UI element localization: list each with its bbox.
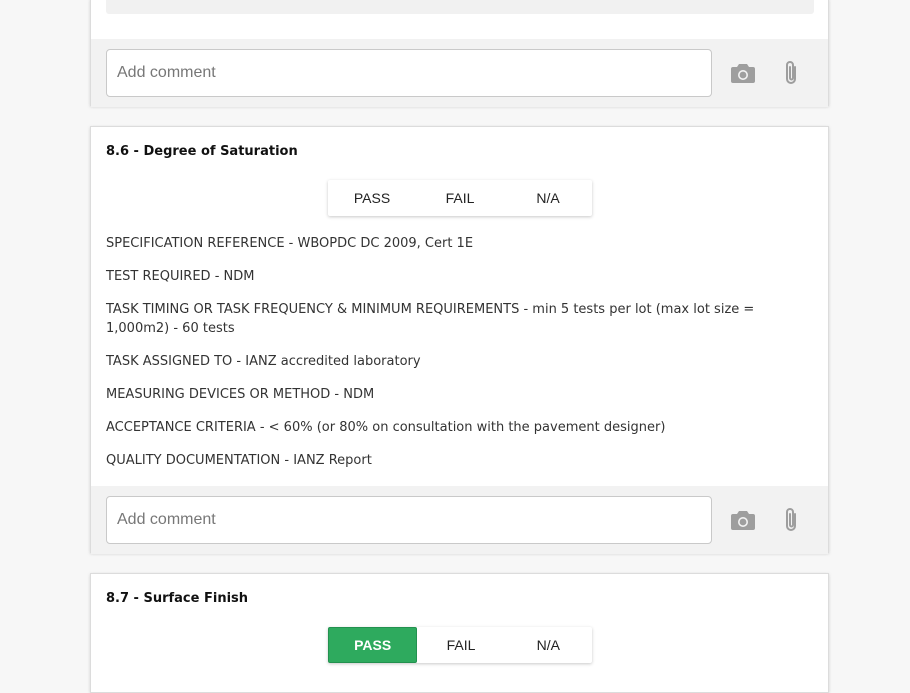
result-toggle: PASS FAIL N/A: [328, 180, 592, 216]
comment-input[interactable]: [106, 496, 712, 544]
test-required: TEST REQUIRED - NDM: [106, 269, 255, 284]
task-timing: TASK TIMING OR TASK FREQUENCY & MINIMUM …: [106, 302, 755, 336]
paperclip-icon[interactable]: [777, 59, 805, 87]
item-title: 8.6 - Degree of Saturation: [106, 144, 298, 159]
checklist-card-surface-finish: 8.7 - Surface Finish PASS FAIL N/A: [90, 573, 829, 693]
item-details: SPECIFICATION REFERENCE - WBOPDC DC 2009…: [106, 234, 814, 484]
measuring-method: MEASURING DEVICES OR METHOD - NDM: [106, 387, 375, 402]
comment-input[interactable]: [106, 49, 712, 97]
acceptance-criteria: ACCEPTANCE CRITERIA - < 60% (or 80% on c…: [106, 420, 666, 435]
comment-bar: [91, 39, 828, 107]
checklist-card-degree-of-saturation: 8.6 - Degree of Saturation PASS FAIL N/A…: [90, 126, 829, 554]
previous-content-area: [106, 0, 814, 14]
pass-button[interactable]: PASS: [328, 180, 416, 216]
na-button[interactable]: N/A: [504, 180, 592, 216]
fail-button[interactable]: FAIL: [417, 627, 504, 663]
result-toggle: PASS FAIL N/A: [328, 627, 592, 663]
item-title: 8.7 - Surface Finish: [106, 591, 249, 606]
quality-documentation: QUALITY DOCUMENTATION - IANZ Report: [106, 453, 372, 468]
spec-reference: SPECIFICATION REFERENCE - WBOPDC DC 2009…: [106, 236, 474, 251]
comment-bar: [91, 486, 828, 554]
checklist-card-previous: [90, 0, 829, 107]
na-button[interactable]: N/A: [505, 627, 592, 663]
camera-icon[interactable]: [729, 59, 757, 87]
camera-icon[interactable]: [729, 506, 757, 534]
paperclip-icon[interactable]: [777, 506, 805, 534]
task-assigned: TASK ASSIGNED TO - IANZ accredited labor…: [106, 354, 421, 369]
fail-button[interactable]: FAIL: [416, 180, 504, 216]
pass-button[interactable]: PASS: [328, 627, 418, 663]
